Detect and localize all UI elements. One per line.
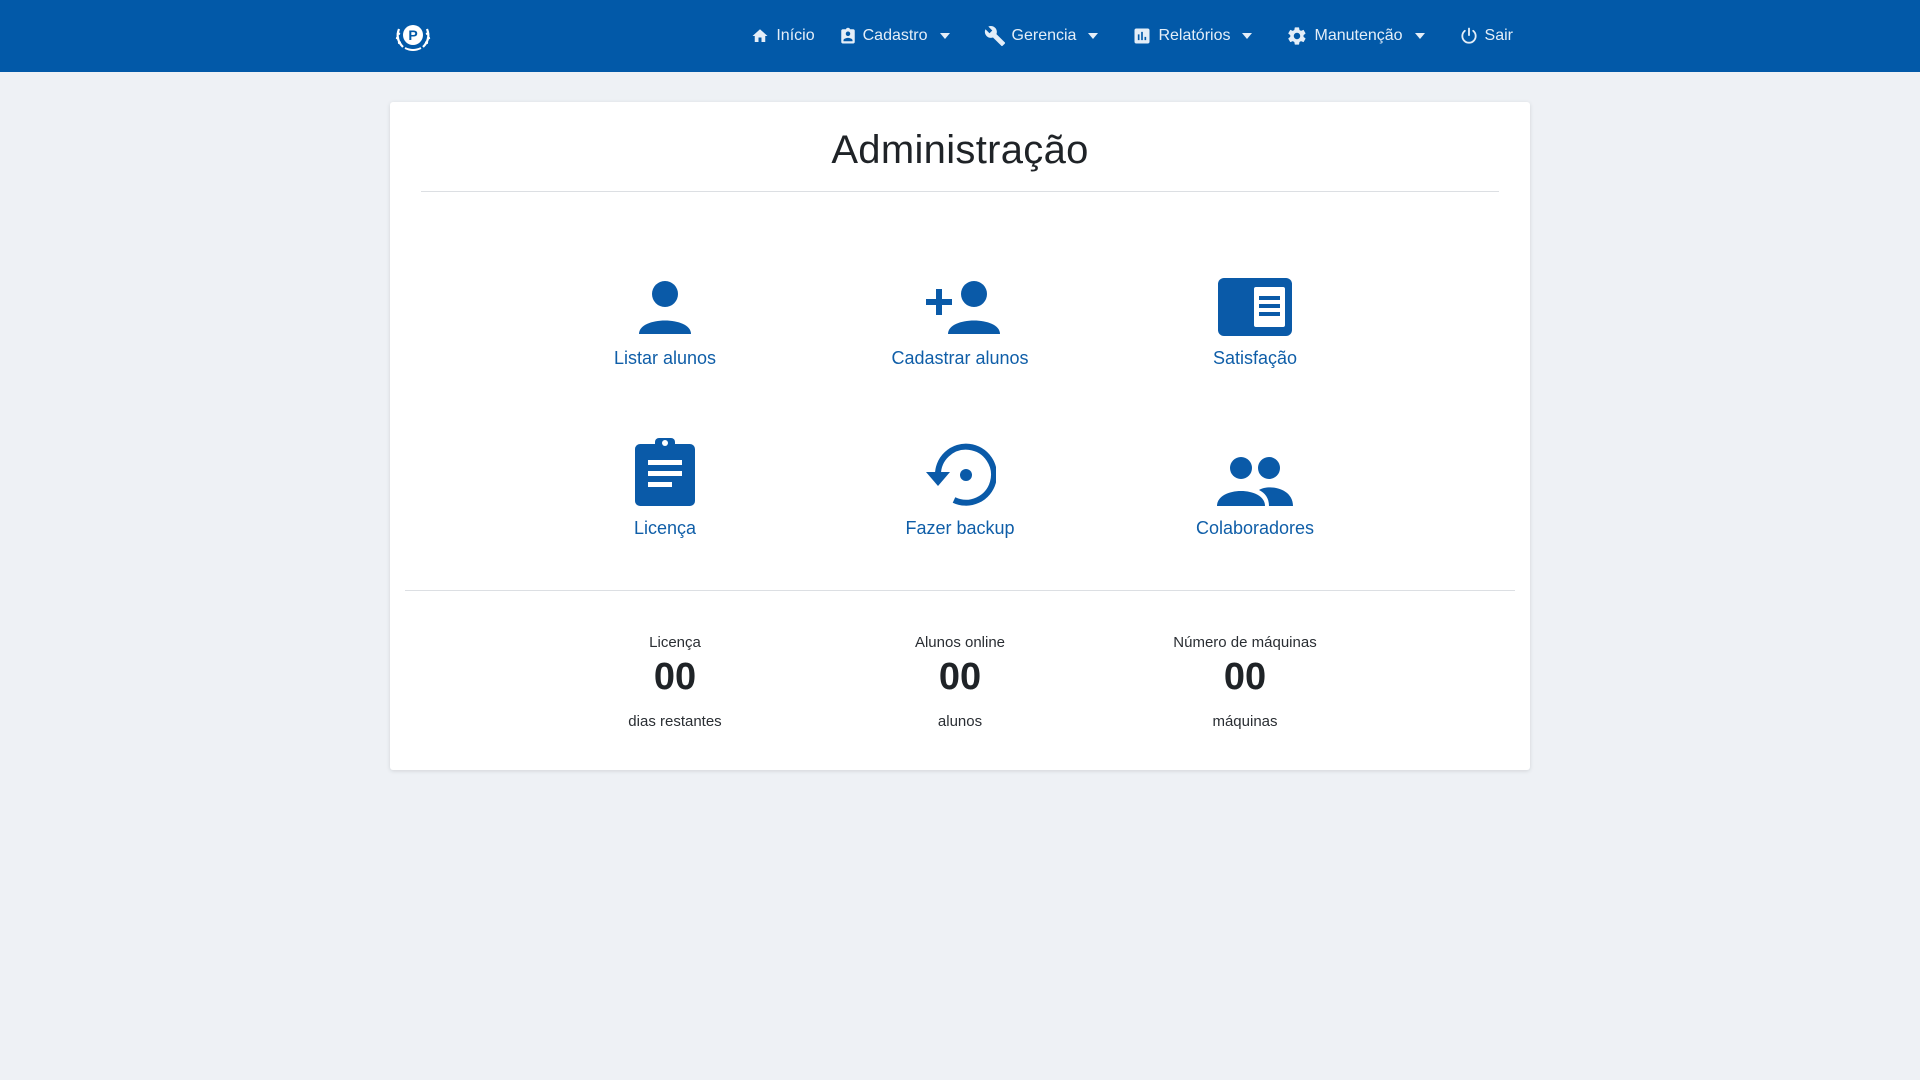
listar-alunos-label: Listar alunos xyxy=(613,348,717,368)
brand-logo[interactable]: P xyxy=(393,18,433,54)
person-icon xyxy=(639,281,691,334)
page-title: Administração xyxy=(831,128,1089,172)
satisfacao-tile[interactable]: Satisfação xyxy=(1125,262,1385,392)
satisfacao-label: Satisfação xyxy=(1212,348,1298,368)
nav-item-relatorios[interactable]: Relatórios xyxy=(1122,0,1262,72)
stat-unit: dias restantes xyxy=(628,713,722,730)
admin-card: Administração Listar alunos Cadastrar al… xyxy=(390,102,1530,770)
people-icon xyxy=(1217,457,1293,506)
colaboradores-label: Colaboradores xyxy=(1195,518,1315,538)
stat-value: 00 xyxy=(1223,656,1267,698)
divider xyxy=(405,590,1515,591)
cadastrar-alunos-label: Cadastrar alunos xyxy=(891,348,1029,368)
stat-numero-maquinas: Número de máquinas 00 máquinas xyxy=(1125,634,1365,730)
fazer-backup-label: Fazer backup xyxy=(905,518,1015,538)
power-icon xyxy=(1460,27,1477,44)
bar-chart-icon xyxy=(1134,28,1150,44)
licenca-label: Licença xyxy=(633,518,697,538)
stat-unit: alunos xyxy=(937,713,983,730)
home-icon xyxy=(752,29,768,42)
nav-item-inicio[interactable]: Início xyxy=(740,0,824,72)
stat-licenca: Licença 00 dias restantes xyxy=(555,634,795,730)
nav-label-cadastro: Cadastro xyxy=(862,27,928,44)
chevron-down-icon xyxy=(1088,33,1099,39)
nav-item-manutencao[interactable]: Manutenção xyxy=(1276,0,1434,72)
nav-label-inicio: Início xyxy=(776,27,815,44)
cadastrar-alunos-tile[interactable]: Cadastrar alunos xyxy=(830,262,1090,392)
chevron-down-icon xyxy=(1242,33,1253,39)
colaboradores-tile[interactable]: Colaboradores xyxy=(1125,432,1385,562)
nav-item-cadastro[interactable]: Cadastro xyxy=(829,0,960,72)
top-navbar: P Início Cadastro Gerencia Relatórios Ma… xyxy=(0,0,1920,72)
nav-label-relatorios: Relatórios xyxy=(1158,27,1231,44)
gear-icon xyxy=(1288,27,1306,45)
nav-label-gerencia: Gerencia xyxy=(1011,27,1077,44)
chevron-down-icon xyxy=(1414,33,1425,39)
listar-alunos-tile[interactable]: Listar alunos xyxy=(535,262,795,392)
nav-label-manutencao: Manutenção xyxy=(1314,27,1403,44)
stat-label: Alunos online xyxy=(914,634,1006,651)
stat-label: Número de máquinas xyxy=(1173,634,1317,651)
nav-item-sair[interactable]: Sair xyxy=(1449,0,1523,72)
stat-unit: máquinas xyxy=(1212,713,1278,730)
chevron-down-icon xyxy=(939,33,950,39)
newspaper-icon xyxy=(1218,278,1292,336)
nav-label-sair: Sair xyxy=(1484,27,1513,44)
stat-value: 00 xyxy=(653,656,697,698)
divider xyxy=(421,191,1499,192)
stat-label: Licença xyxy=(649,634,701,651)
fazer-backup-tile[interactable]: Fazer backup xyxy=(830,432,1090,562)
wrench-icon xyxy=(984,26,1005,47)
licenca-tile[interactable]: Licença xyxy=(535,432,795,562)
backup-restore-icon xyxy=(926,443,996,506)
svg-text:P: P xyxy=(408,27,417,43)
stat-value: 00 xyxy=(938,656,982,698)
nav-item-gerencia[interactable]: Gerencia xyxy=(974,0,1109,72)
clipboard-icon xyxy=(635,438,695,506)
id-badge-icon xyxy=(840,27,855,44)
person-add-icon xyxy=(926,281,1000,334)
stat-alunos-online: Alunos online 00 alunos xyxy=(840,634,1080,730)
